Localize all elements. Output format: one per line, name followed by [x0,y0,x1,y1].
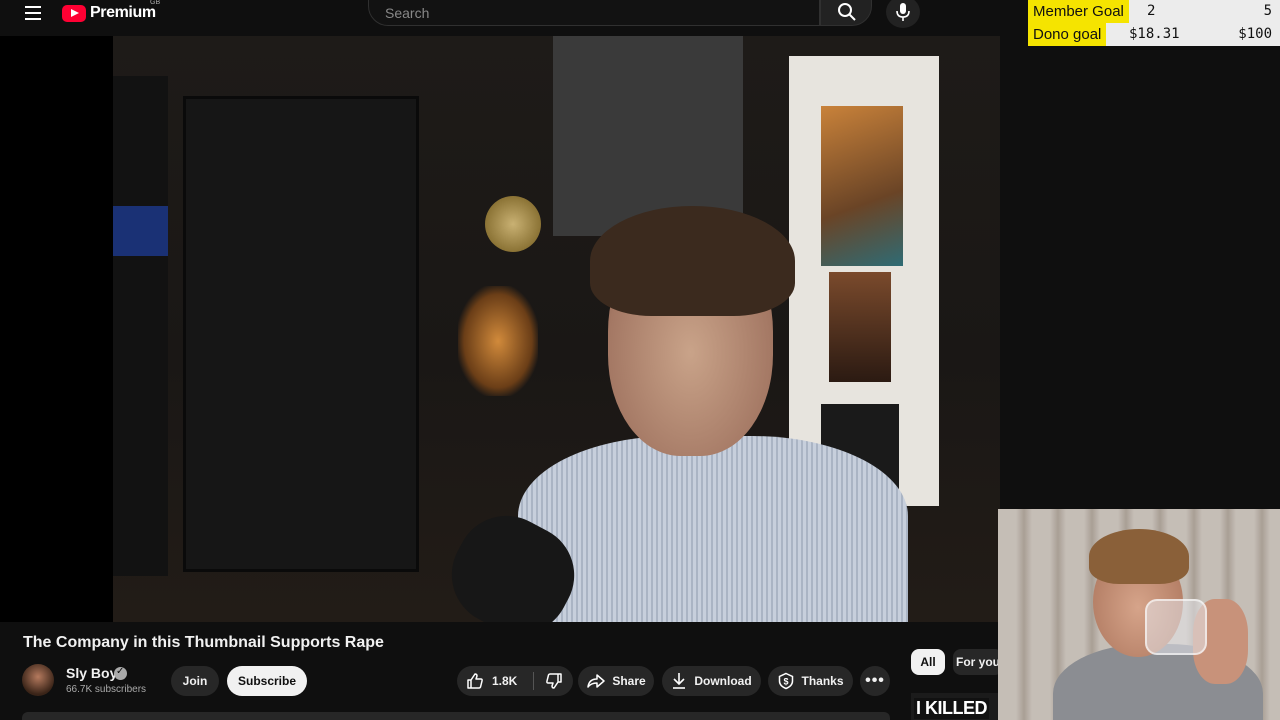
dislike-button[interactable] [534,666,573,696]
drinking-glass [1145,599,1207,655]
video-title: The Company in this Thumbnail Supports R… [23,634,384,651]
dono-goal-row: Dono goal $18.31 $100 [1028,23,1280,46]
stream-goals-overlay: Member Goal 2 5 Dono goal $18.31 $100 [1028,0,1280,46]
member-goal-row: Member Goal 2 5 [1028,0,1280,23]
thanks-button[interactable]: $ Thanks [768,666,853,696]
video-frame [113,36,1000,622]
subscribe-button[interactable]: Subscribe [227,666,307,696]
host-hair [590,206,795,316]
member-goal-current: 2 [1147,3,1156,19]
like-button[interactable]: 1.8K [457,666,533,696]
download-button[interactable]: Download [662,666,761,696]
member-goal-target: 5 [1263,3,1272,19]
svg-text:$: $ [784,677,789,687]
more-actions-button[interactable]: ••• [860,666,890,696]
blue-light [113,206,168,256]
thumbnail-caption: I KILLED [914,698,989,719]
like-count: 1.8K [492,674,518,688]
share-button[interactable]: Share [578,666,654,696]
member-goal-label: Member Goal [1028,0,1129,23]
search-icon [838,3,856,21]
search-input[interactable] [383,2,807,24]
youtube-play-icon [62,4,86,22]
dono-goal-current: $18.31 [1129,26,1180,42]
super-thanks-icon: $ [779,672,794,690]
microphone-icon [896,3,910,21]
share-label: Share [612,674,646,688]
bookshelf [183,96,419,572]
like-dislike-group: 1.8K [457,666,573,696]
share-arrow-icon [587,674,606,688]
download-icon [673,673,686,689]
webcam-overlay [998,509,1280,720]
host-shirt [518,436,908,622]
voice-search-button[interactable] [886,0,920,28]
channel-name[interactable]: Sly Boy [66,665,117,681]
join-button[interactable]: Join [171,666,219,696]
thumbs-up-icon [467,673,483,689]
chip-for-you[interactable]: For you [953,649,1003,675]
dono-goal-target: $100 [1238,26,1272,42]
dono-goal-label: Dono goal [1028,23,1107,46]
channel-avatar[interactable] [22,664,54,696]
chip-all[interactable]: All [911,649,945,675]
thumbs-down-icon [545,673,562,689]
hamburger-menu-icon[interactable] [20,2,46,24]
download-label: Download [694,674,752,688]
streamer-person [1053,529,1263,720]
verified-badge-icon [114,666,127,680]
recommended-video-thumbnail[interactable]: I KILLED [911,693,999,720]
description-box[interactable] [22,712,890,720]
subscriber-count: 66.7K subscribers [66,684,147,695]
video-player[interactable] [0,36,1000,622]
search-box [368,0,820,26]
thanks-label: Thanks [801,674,844,688]
youtube-premium-logo[interactable]: Premium [62,2,156,24]
logo-text: Premium [90,4,156,21]
region-label: GB [150,0,161,6]
streamer-hair [1089,529,1189,584]
search-button[interactable] [820,0,872,26]
left-shelf [113,76,168,576]
